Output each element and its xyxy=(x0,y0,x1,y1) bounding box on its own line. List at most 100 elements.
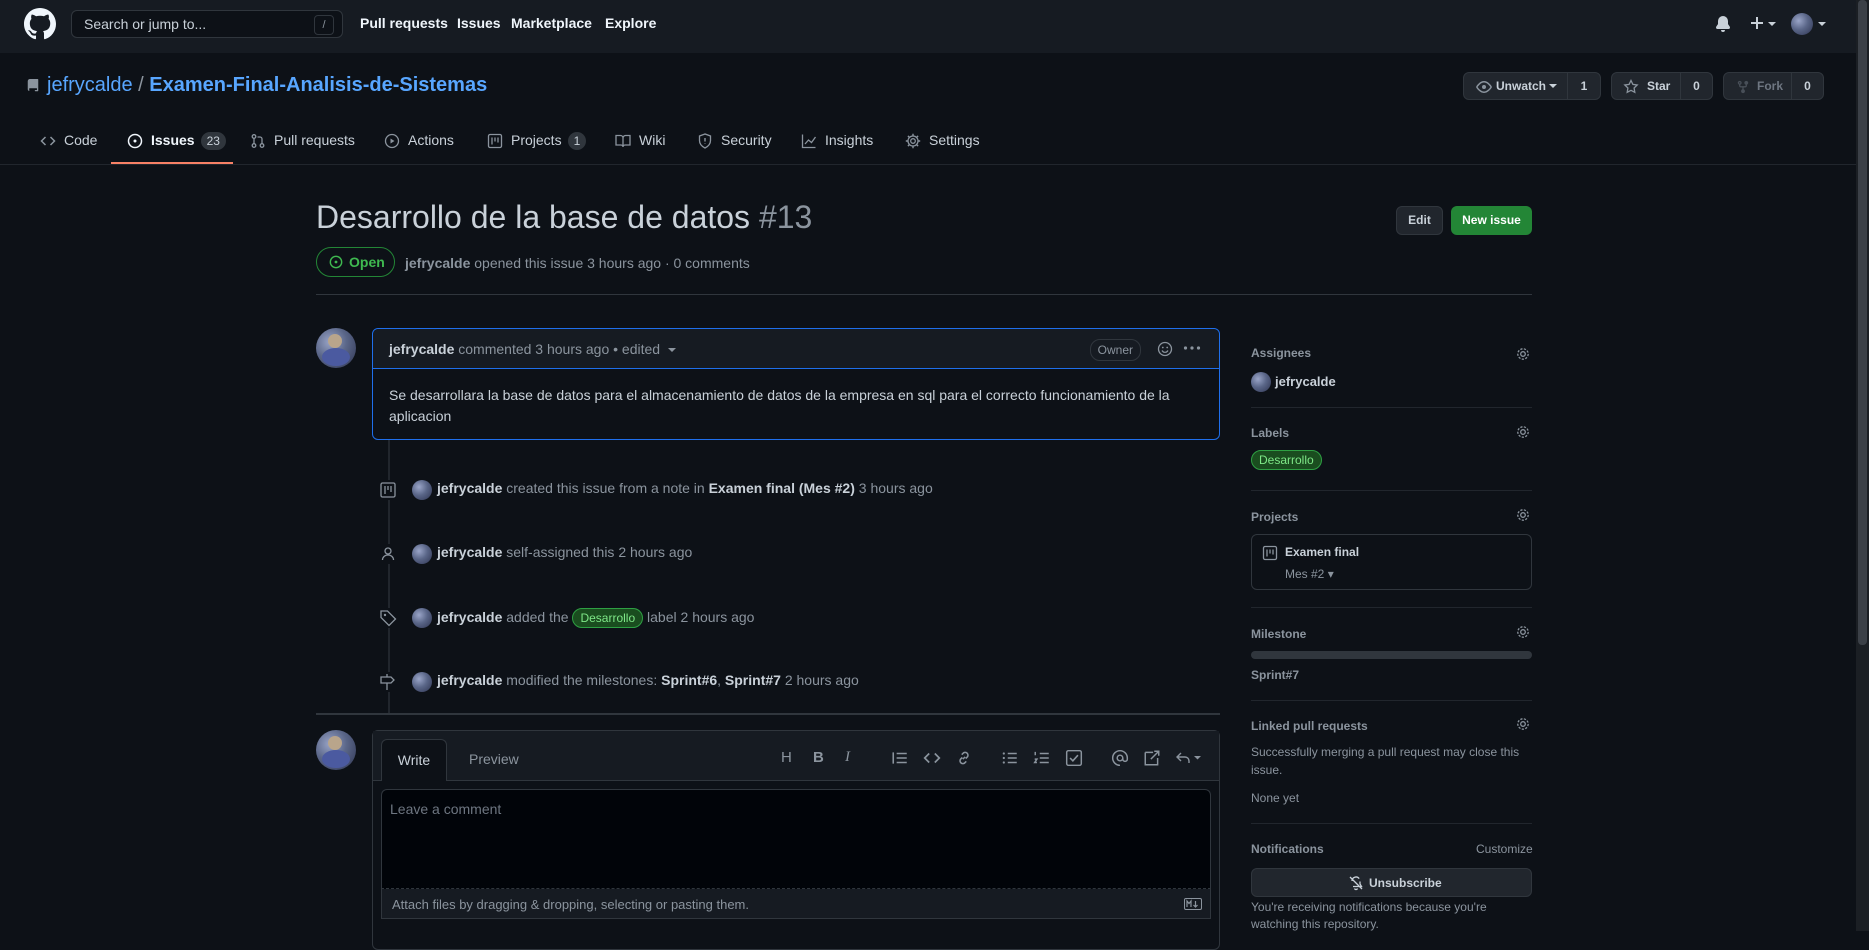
project-column: (Mes #2) xyxy=(798,480,855,496)
timeline-end-divider xyxy=(316,713,1220,715)
milestone-link-new[interactable]: Sprint#7 xyxy=(725,672,781,688)
star-button[interactable]: Star 0 xyxy=(1611,72,1713,100)
projects-title[interactable]: Projects xyxy=(1251,510,1298,524)
linked-pull-requests-title[interactable]: Linked pull requests xyxy=(1251,719,1368,733)
nav-issues[interactable]: Issues xyxy=(457,15,501,31)
avatar[interactable] xyxy=(1251,372,1271,392)
sidebar-divider xyxy=(1251,490,1532,491)
tab-label: Security xyxy=(721,132,772,148)
fork-count[interactable]: 0 xyxy=(1791,73,1823,99)
project-card: Examen final Mes #2 ▾ xyxy=(1251,534,1532,590)
event-text: self-assigned this xyxy=(506,544,615,560)
issue-comment: jefrycalde commented 3 hours ago • edite… xyxy=(372,328,1220,440)
bell-icon[interactable] xyxy=(1715,15,1731,33)
edit-button[interactable]: Edit xyxy=(1396,206,1443,235)
tab-label: Wiki xyxy=(639,132,666,148)
issue-meta-text: opened this issue 3 hours ago · 0 commen… xyxy=(474,255,750,271)
list-ordered-icon[interactable] xyxy=(1033,749,1051,767)
fork-label: Fork xyxy=(1757,79,1784,93)
code-icon[interactable] xyxy=(923,749,941,767)
project-link[interactable]: Examen final xyxy=(1285,545,1359,559)
quote-icon[interactable] xyxy=(891,749,909,767)
repo-breadcrumb: jefrycalde / Examen-Final-Analisis-de-Si… xyxy=(47,74,487,97)
avatar[interactable] xyxy=(412,544,432,564)
scrollbar-thumb[interactable] xyxy=(1858,0,1867,645)
customize-link[interactable]: Customize xyxy=(1476,842,1533,856)
gear-icon[interactable] xyxy=(1515,716,1531,732)
avatar[interactable] xyxy=(412,480,432,500)
list-unordered-icon[interactable] xyxy=(1001,749,1019,767)
milestone-link-old[interactable]: Sprint#6 xyxy=(661,672,717,688)
gear-icon[interactable] xyxy=(1515,424,1531,440)
reply-dropdown-icon[interactable] xyxy=(1175,749,1203,767)
project-column-label: Mes #2 xyxy=(1285,567,1325,581)
bold-icon[interactable]: B xyxy=(813,749,831,767)
mention-icon[interactable] xyxy=(1111,749,1129,767)
labels-title[interactable]: Labels xyxy=(1251,426,1289,440)
nav-marketplace[interactable]: Marketplace xyxy=(511,15,592,31)
fork-button[interactable]: Fork 0 xyxy=(1723,72,1824,100)
user-menu[interactable] xyxy=(1791,13,1827,35)
nav-pull-requests[interactable]: Pull requests xyxy=(360,15,448,31)
actor-link[interactable]: jefrycalde xyxy=(437,480,502,496)
unwatch-button[interactable]: Unwatch 1 xyxy=(1463,72,1601,100)
assignees-title[interactable]: Assignees xyxy=(1251,346,1311,360)
breadcrumb-separator: / xyxy=(138,74,144,96)
assignee-link[interactable]: jefrycalde xyxy=(1275,374,1336,389)
actor-link[interactable]: jefrycalde xyxy=(437,544,502,560)
tab-preview[interactable]: Preview xyxy=(469,751,519,767)
repo-owner-link[interactable]: jefrycalde xyxy=(47,74,133,96)
avatar[interactable] xyxy=(412,608,432,628)
milestone-title[interactable]: Milestone xyxy=(1251,627,1306,641)
watch-count[interactable]: 1 xyxy=(1567,73,1600,99)
tag-icon xyxy=(378,608,398,628)
github-logo-icon[interactable] xyxy=(24,8,56,40)
bell-slash-icon xyxy=(1349,876,1363,891)
unsubscribe-button[interactable]: Unsubscribe xyxy=(1251,868,1532,897)
tasklist-icon[interactable] xyxy=(1065,749,1083,767)
tab-label: Pull requests xyxy=(274,132,355,148)
comment-author-link[interactable]: jefrycalde xyxy=(389,341,454,357)
avatar[interactable] xyxy=(316,328,356,368)
repo-name-link[interactable]: Examen-Final-Analisis-de-Sistemas xyxy=(149,74,487,96)
actor-link[interactable]: jefrycalde xyxy=(437,609,502,625)
project-link[interactable]: Examen final xyxy=(709,480,795,496)
link-icon[interactable] xyxy=(955,749,973,767)
cross-reference-icon[interactable] xyxy=(1143,749,1161,767)
nav-explore[interactable]: Explore xyxy=(605,15,656,31)
event-text: modified the milestones: xyxy=(506,672,658,688)
milestone-link[interactable]: Sprint#7 xyxy=(1251,668,1299,682)
event-time[interactable]: 2 hours ago xyxy=(618,544,692,560)
heading-icon[interactable]: H xyxy=(781,749,799,767)
gear-icon[interactable] xyxy=(1515,624,1531,640)
tab-write[interactable]: Write xyxy=(381,739,447,781)
italic-icon[interactable]: I xyxy=(845,749,863,767)
plus-dropdown-icon[interactable] xyxy=(1750,15,1780,33)
star-count[interactable]: 0 xyxy=(1680,73,1712,99)
unsubscribe-label: Unsubscribe xyxy=(1369,876,1442,890)
event-time[interactable]: 3 hours ago xyxy=(859,480,933,496)
event-time[interactable]: 2 hours ago xyxy=(785,672,859,688)
new-issue-button[interactable]: New issue xyxy=(1451,206,1532,235)
smiley-icon[interactable] xyxy=(1157,341,1173,357)
sidebar-divider xyxy=(1251,407,1532,408)
project-column-select[interactable]: Mes #2 ▾ xyxy=(1285,567,1334,581)
attach-files-area[interactable]: Attach files by dragging & dropping, sel… xyxy=(381,889,1211,919)
gear-icon[interactable] xyxy=(1515,507,1531,523)
actor-link[interactable]: jefrycalde xyxy=(437,672,502,688)
markdown-icon[interactable] xyxy=(1184,898,1202,910)
label-badge[interactable]: Desarrollo xyxy=(572,608,644,628)
avatar[interactable] xyxy=(412,672,432,692)
kebab-horizontal-icon[interactable] xyxy=(1183,343,1201,353)
code-icon xyxy=(40,136,56,146)
gear-icon[interactable] xyxy=(1515,346,1531,362)
star-label: Star xyxy=(1647,79,1671,93)
event-text: added the xyxy=(506,609,569,625)
event-time[interactable]: 2 hours ago xyxy=(681,609,755,625)
issue-author-link[interactable]: jefrycalde xyxy=(405,255,470,271)
search-input[interactable]: Search or jump to... / xyxy=(71,10,343,38)
label-badge[interactable]: Desarrollo xyxy=(1251,450,1322,470)
edit-history-caret-icon[interactable] xyxy=(667,347,677,355)
comment-textarea[interactable]: Leave a comment xyxy=(381,789,1211,889)
comment-meta-text: commented 3 hours ago • edited xyxy=(458,341,661,357)
